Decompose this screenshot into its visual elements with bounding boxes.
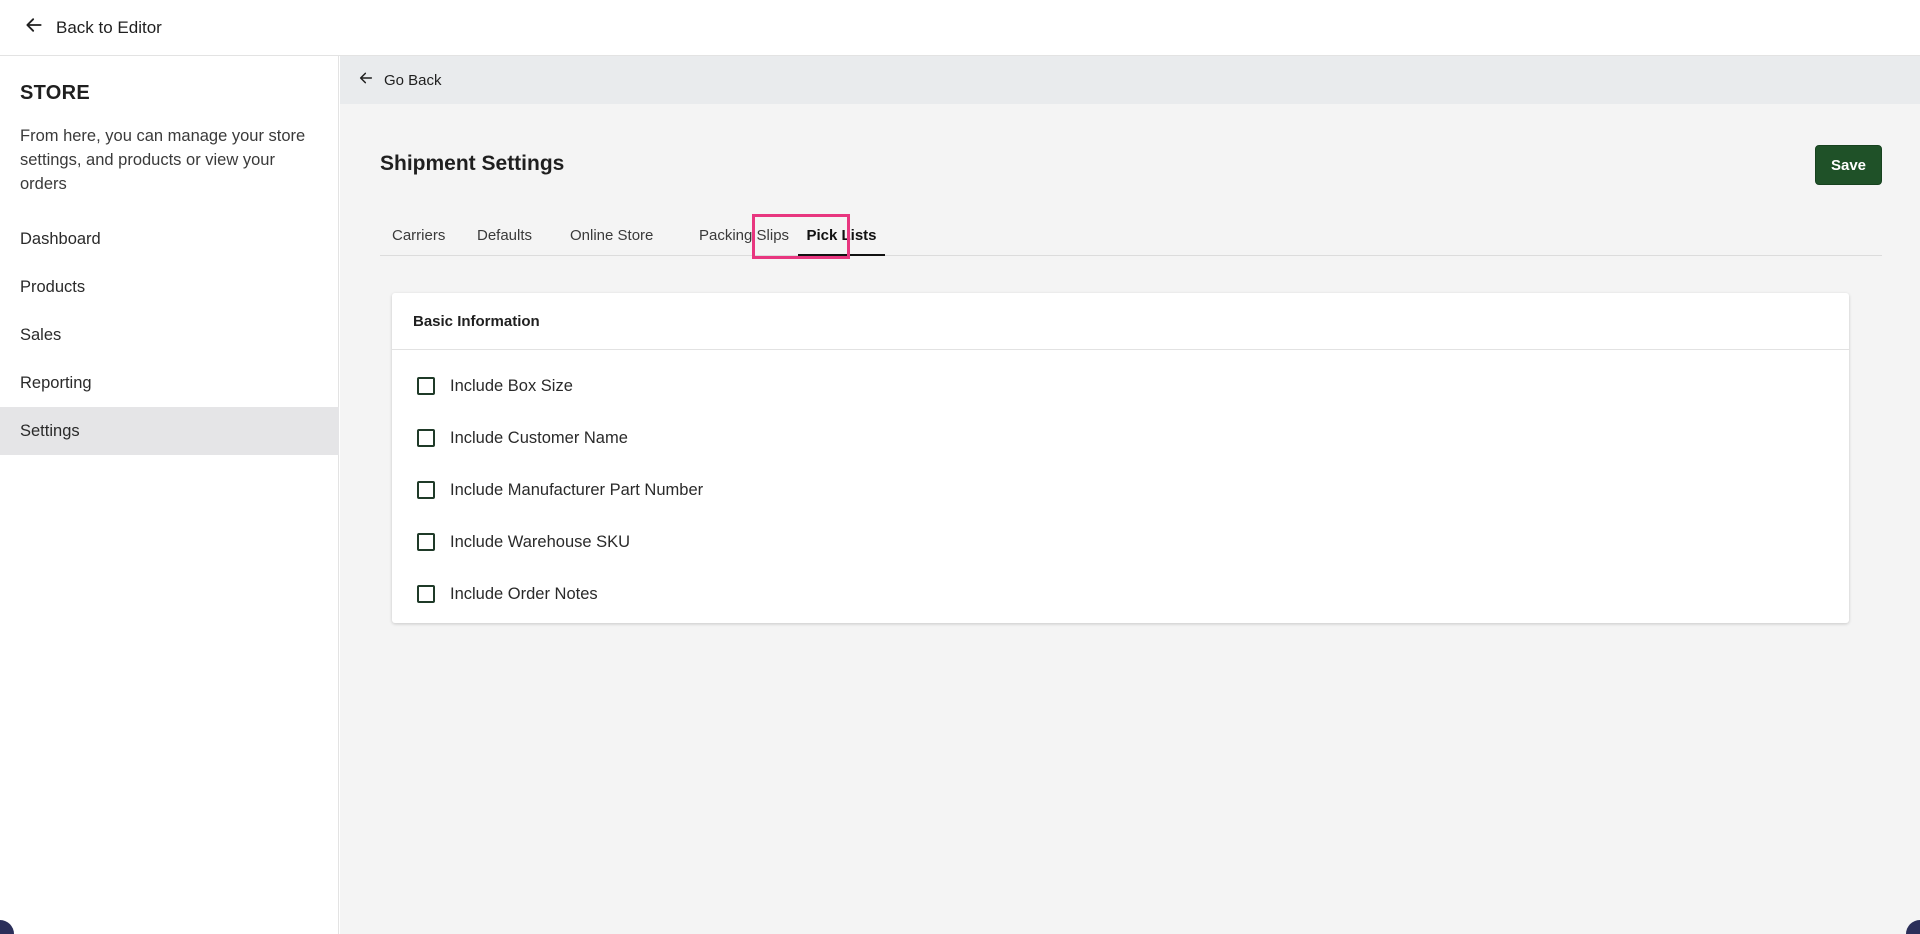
tab-carriers[interactable]: Carriers (392, 214, 445, 256)
basic-information-card: Basic Information Include Box Size Inclu… (392, 293, 1849, 623)
back-to-editor-link[interactable]: Back to Editor (24, 15, 162, 40)
sidebar-description: From here, you can manage your store set… (20, 127, 306, 193)
tab-pick-lists[interactable]: Pick Lists (798, 214, 885, 256)
sidebar-item-sales[interactable]: Sales (0, 311, 339, 359)
option-label: Include Manufacturer Part Number (450, 480, 704, 499)
checkbox[interactable] (417, 429, 435, 447)
sidebar-nav: Dashboard Products Sales Reporting Setti… (0, 215, 339, 455)
option-include-order-notes[interactable]: Include Order Notes (392, 568, 1849, 620)
go-back-label: Go Back (384, 71, 442, 89)
main-content: Go Back Shipment Settings Save Carriers … (340, 56, 1920, 934)
sidebar-item-settings[interactable]: Settings (0, 407, 339, 455)
option-include-manufacturer-part-number[interactable]: Include Manufacturer Part Number (392, 464, 1849, 516)
checkbox[interactable] (417, 585, 435, 603)
option-label: Include Customer Name (450, 428, 628, 447)
option-include-box-size[interactable]: Include Box Size (392, 360, 1849, 412)
option-include-warehouse-sku[interactable]: Include Warehouse SKU (392, 516, 1849, 568)
settings-tabs: Carriers Defaults Online Store Packing S… (380, 214, 1882, 256)
back-to-editor-label: Back to Editor (56, 17, 162, 37)
sidebar: STORE From here, you can manage your sto… (0, 56, 339, 934)
sidebar-title: STORE (20, 82, 91, 104)
top-bar: Back to Editor (0, 0, 1920, 56)
page-title: Shipment Settings (380, 152, 565, 175)
option-include-customer-name[interactable]: Include Customer Name (392, 412, 1849, 464)
sidebar-item-reporting[interactable]: Reporting (0, 359, 339, 407)
options-list: Include Box Size Include Customer Name I… (392, 350, 1849, 620)
card-title: Basic Information (392, 293, 1849, 350)
arrow-left-icon (358, 70, 374, 90)
checkbox[interactable] (417, 377, 435, 395)
option-label: Include Order Notes (450, 584, 598, 603)
option-label: Include Warehouse SKU (450, 532, 631, 551)
sidebar-item-dashboard[interactable]: Dashboard (0, 215, 339, 263)
checkbox[interactable] (417, 533, 435, 551)
go-back-link[interactable]: Go Back (358, 70, 442, 90)
option-label: Include Box Size (450, 376, 573, 395)
sidebar-item-products[interactable]: Products (0, 263, 339, 311)
tab-online-store[interactable]: Online Store (570, 214, 653, 256)
checkbox[interactable] (417, 481, 435, 499)
tab-packing-slips[interactable]: Packing Slips (699, 214, 789, 256)
save-button[interactable]: Save (1815, 145, 1882, 185)
arrow-left-icon (24, 15, 44, 40)
go-back-bar: Go Back (340, 56, 1920, 104)
tab-defaults[interactable]: Defaults (477, 214, 532, 256)
